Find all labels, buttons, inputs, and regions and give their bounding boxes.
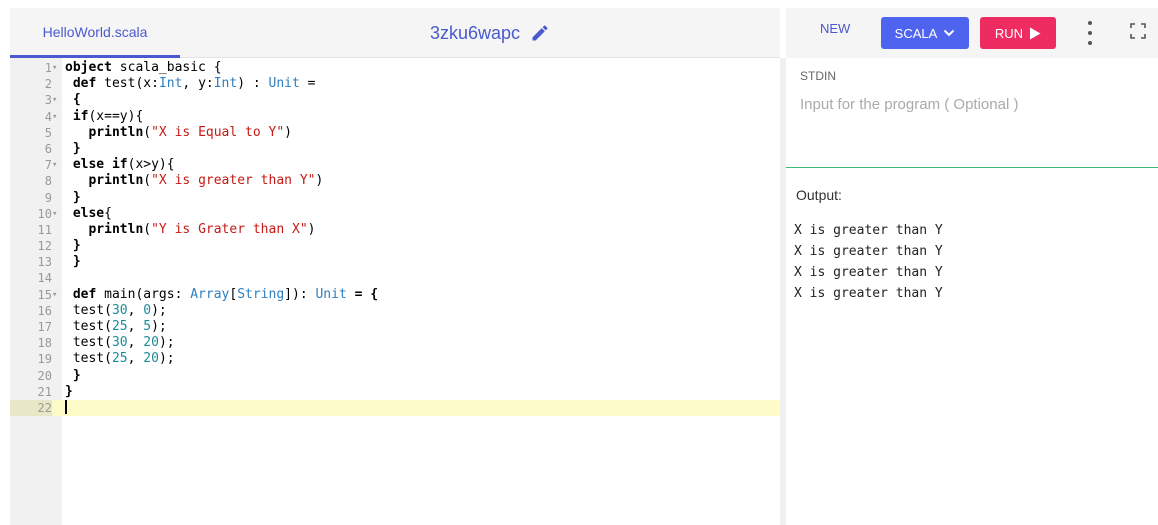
code-line[interactable]: 19 test(25, 20); bbox=[10, 351, 780, 367]
code-line[interactable]: 5 println("X is Equal to Y") bbox=[10, 125, 780, 141]
pencil-icon[interactable] bbox=[530, 23, 550, 43]
project-name[interactable]: 3zku6wapc bbox=[430, 23, 520, 44]
project-title-area[interactable]: 3zku6wapc bbox=[430, 8, 550, 58]
fold-icon: ▾ bbox=[52, 63, 58, 73]
run-label: RUN bbox=[994, 25, 1024, 41]
code-line[interactable]: 7 ▾ else if(x>y){ bbox=[10, 157, 780, 173]
code-line[interactable]: 18 test(30, 20); bbox=[10, 335, 780, 351]
code-line[interactable]: 13 } bbox=[10, 254, 780, 270]
output-line: X is greater than Y bbox=[794, 223, 943, 238]
output-lines: X is greater than Y X is greater than Y … bbox=[794, 220, 943, 304]
code-line[interactable]: 9 } bbox=[10, 190, 780, 206]
code-line[interactable]: 10 ▾ else{ bbox=[10, 206, 780, 222]
fullscreen-icon[interactable] bbox=[1130, 23, 1146, 39]
play-icon bbox=[1030, 27, 1041, 39]
file-tab[interactable]: HelloWorld.scala bbox=[10, 8, 180, 58]
stdin-pane: STDIN bbox=[786, 58, 1158, 168]
output-line: X is greater than Y bbox=[794, 244, 943, 259]
code-line[interactable]: 11 println("Y is Grater than X") bbox=[10, 222, 780, 238]
toolbar: NEW SCALA RUN bbox=[786, 8, 1158, 58]
fold-icon: ▾ bbox=[52, 208, 58, 219]
language-label: SCALA bbox=[894, 25, 938, 41]
editor-header: HelloWorld.scala 3zku6wapc bbox=[10, 8, 780, 58]
code-line[interactable]: 8 println("X is greater than Y") bbox=[10, 173, 780, 189]
stdin-input[interactable] bbox=[800, 96, 1140, 113]
chevron-down-icon bbox=[944, 29, 955, 37]
text-cursor bbox=[65, 400, 67, 415]
code-line[interactable]: 4 ▾ if(x==y){ bbox=[10, 109, 780, 125]
language-select-button[interactable]: SCALA bbox=[881, 17, 969, 49]
output-line: X is greater than Y bbox=[794, 265, 943, 280]
output-label: Output: bbox=[796, 187, 842, 203]
code-line[interactable]: 16 test(30, 0); bbox=[10, 303, 780, 319]
code-line[interactable]: 15 ▾ def main(args: Array[String]): Unit … bbox=[10, 287, 780, 303]
fold-icon: ▾ bbox=[52, 160, 58, 171]
code-line[interactable]: 14 bbox=[10, 270, 780, 286]
fold-icon: ▾ bbox=[52, 111, 58, 122]
code-lines: 1 ▾ object scala_basic { 2 def test(x:Int,… bbox=[10, 60, 780, 417]
run-button[interactable]: RUN bbox=[980, 17, 1056, 49]
code-line[interactable]: 1 ▾ object scala_basic { bbox=[10, 60, 780, 76]
top-bar: HelloWorld.scala 3zku6wapc NEW SCALA RUN bbox=[0, 0, 1158, 58]
new-button[interactable]: NEW bbox=[820, 21, 850, 36]
output-line: X is greater than Y bbox=[794, 286, 943, 301]
code-editor[interactable]: 1 ▾ object scala_basic { 2 def test(x:Int,… bbox=[10, 58, 780, 525]
code-line[interactable]: 17 test(25, 5); bbox=[10, 319, 780, 335]
code-line[interactable]: 21} bbox=[10, 384, 780, 400]
code-line[interactable]: 2 def test(x:Int, y:Int) : Unit = bbox=[10, 76, 780, 92]
more-options-icon[interactable] bbox=[1083, 21, 1097, 45]
code-line[interactable]: 20 } bbox=[10, 368, 780, 384]
stdin-label: STDIN bbox=[800, 69, 836, 83]
code-line[interactable]: 12 } bbox=[10, 238, 780, 254]
active-code-line[interactable]: 22 bbox=[10, 399, 780, 417]
fold-icon: ▾ bbox=[52, 289, 58, 300]
code-line[interactable]: 3 ▾ { bbox=[10, 92, 780, 108]
fold-icon: ▾ bbox=[52, 95, 58, 106]
code-line[interactable]: 6 } bbox=[10, 141, 780, 157]
output-pane: Output: X is greater than Y X is greater… bbox=[786, 169, 1158, 525]
